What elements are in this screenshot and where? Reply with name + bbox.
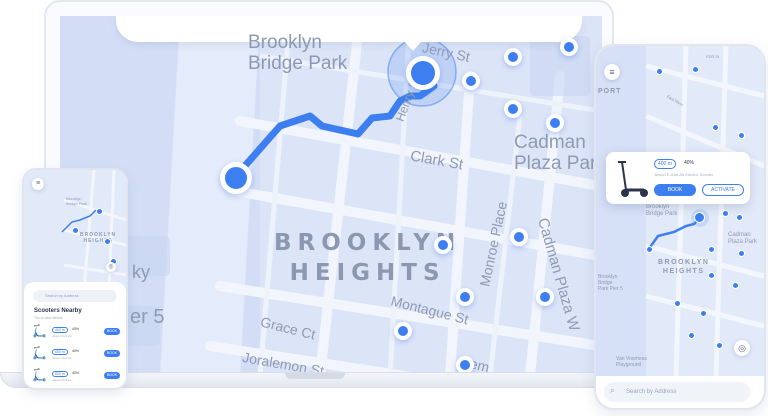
distance-badge: 400 m — [654, 159, 676, 169]
locate-icon[interactable]: ◎ — [734, 340, 750, 356]
battery-level: 40% — [72, 327, 80, 331]
battery-level: 40% — [72, 371, 80, 375]
scooter-marker[interactable] — [722, 210, 729, 217]
route-start-marker[interactable] — [220, 162, 252, 194]
list-title: Scooters Nearby — [34, 308, 82, 314]
phone-right-map[interactable]: ≡ PORT FDR St East River Brooklyn Bridge… — [596, 46, 764, 376]
map-label-cadman: Cadman Plaza Park — [728, 232, 758, 245]
scooter-marker[interactable] — [536, 288, 554, 306]
scooter-card: 400 m 40% Jetson E-Kick Air Electric Sco… — [606, 152, 750, 204]
route-end-marker[interactable] — [694, 212, 705, 223]
scooter-marker[interactable] — [692, 66, 699, 73]
scooter-marker[interactable] — [712, 124, 719, 131]
scooter-marker[interactable] — [674, 300, 681, 307]
book-button[interactable]: BOOK — [104, 328, 120, 335]
map-label-ferry: FDR St — [706, 54, 720, 59]
scooter-marker[interactable] — [510, 228, 528, 246]
route-end-marker[interactable] — [406, 56, 440, 90]
scooter-name: Jetson Kick Air — [52, 356, 72, 360]
scooter-marker[interactable] — [394, 322, 412, 340]
scooter-marker[interactable] — [456, 288, 474, 306]
map-label-ky: ky — [132, 262, 150, 282]
scooter-name: Jetson Kick Air — [52, 378, 72, 382]
pointer-arrow — [404, 41, 422, 51]
search-input[interactable]: Search by Address — [604, 382, 750, 402]
scooter-marker[interactable] — [104, 238, 111, 245]
distance-badge: 400 m — [52, 327, 68, 333]
scooter-marker[interactable] — [732, 282, 739, 289]
scooter-marker[interactable] — [688, 332, 695, 339]
scooter-icon: 🛴 — [32, 324, 47, 338]
book-button[interactable]: BOOK — [104, 372, 120, 379]
battery-level: 40% — [72, 349, 80, 353]
phone-left: ≡ Brooklyn Bridge Park BROOKLYN HEIGHTS … — [22, 168, 128, 390]
phone-right: ≡ PORT FDR St East River Brooklyn Bridge… — [594, 44, 766, 410]
scooter-name: Jetson E-Kick Air Electric Scooter — [654, 172, 714, 177]
menu-icon[interactable]: ≡ — [604, 64, 620, 80]
scooter-marker[interactable] — [504, 100, 522, 118]
search-input[interactable]: Search by Address — [33, 290, 117, 302]
menu-icon[interactable]: ≡ — [32, 178, 44, 190]
scooter-icon — [618, 161, 648, 197]
scooter-marker[interactable] — [738, 132, 745, 139]
scooter-icon: 🛴 — [32, 368, 47, 382]
map-label-park: Brooklyn Bridge Park — [248, 32, 348, 74]
scooter-marker[interactable] — [560, 38, 578, 56]
scooter-marker[interactable] — [656, 68, 663, 75]
search-icon: ⌕ — [610, 386, 615, 395]
map-label-district: BROOKLYN HEIGHTS — [658, 259, 710, 275]
scooter-marker[interactable] — [708, 246, 715, 253]
scooter-marker[interactable] — [96, 208, 103, 215]
scooter-marker[interactable] — [462, 72, 480, 90]
phone-right-roads — [596, 46, 764, 376]
scooter-marker[interactable] — [72, 227, 79, 234]
map-label-port: PORT — [598, 88, 622, 95]
list-item[interactable]: 🛴 800 m 40% Jetson Kick Air BOOK — [32, 368, 120, 388]
distance-badge: 800 m — [52, 371, 68, 377]
map-label-park: Brooklyn Bridge Park — [66, 196, 87, 206]
map-label-pier: er 5 — [130, 306, 165, 328]
locate-icon[interactable]: ◎ — [106, 262, 116, 272]
laptop-notch — [116, 16, 582, 42]
scooter-marker[interactable] — [504, 48, 522, 66]
phone-left-map[interactable]: ≡ Brooklyn Bridge Park BROOKLYN HEIGHTS … — [24, 170, 126, 290]
scooter-icon: 🛴 — [32, 346, 47, 360]
scooter-marker[interactable] — [738, 250, 745, 257]
list-subtitle: Tap to view details — [34, 316, 63, 320]
book-button[interactable]: BOOK — [104, 350, 120, 357]
scooter-marker[interactable] — [434, 236, 452, 254]
book-button[interactable]: BOOK — [654, 184, 696, 196]
map-label-park: Brooklyn Bridge Park — [646, 204, 678, 217]
scooter-name: Jetson Kick Air — [52, 334, 72, 338]
map-label-pier: Brooklyn Bridge Park Pier 5 — [598, 274, 623, 292]
scooter-marker[interactable] — [716, 342, 723, 349]
scooter-marker[interactable] — [736, 214, 743, 221]
map-label-vanv: Van Voorhees Playground — [616, 356, 648, 368]
scooter-marker[interactable] — [700, 310, 707, 317]
map-label-district: BROOKLYN HEIGHTS — [274, 230, 462, 286]
scooter-list-sheet: Search by Address Scooters Nearby Tap to… — [24, 282, 126, 388]
battery-level: 40% — [684, 160, 695, 166]
route-start-marker[interactable] — [646, 246, 653, 253]
list-item[interactable]: 🛴 400 m 40% Jetson Kick Air BOOK — [32, 324, 120, 344]
activate-button[interactable]: ACTIVATE — [702, 184, 744, 196]
map-label-cadman: Cadman Plaza Par — [514, 132, 597, 174]
list-item[interactable]: 🛴 650 m 40% Jetson Kick Air BOOK — [32, 346, 120, 366]
scooter-marker[interactable] — [708, 272, 715, 279]
scooter-marker[interactable] — [546, 114, 564, 132]
distance-badge: 650 m — [52, 349, 68, 355]
